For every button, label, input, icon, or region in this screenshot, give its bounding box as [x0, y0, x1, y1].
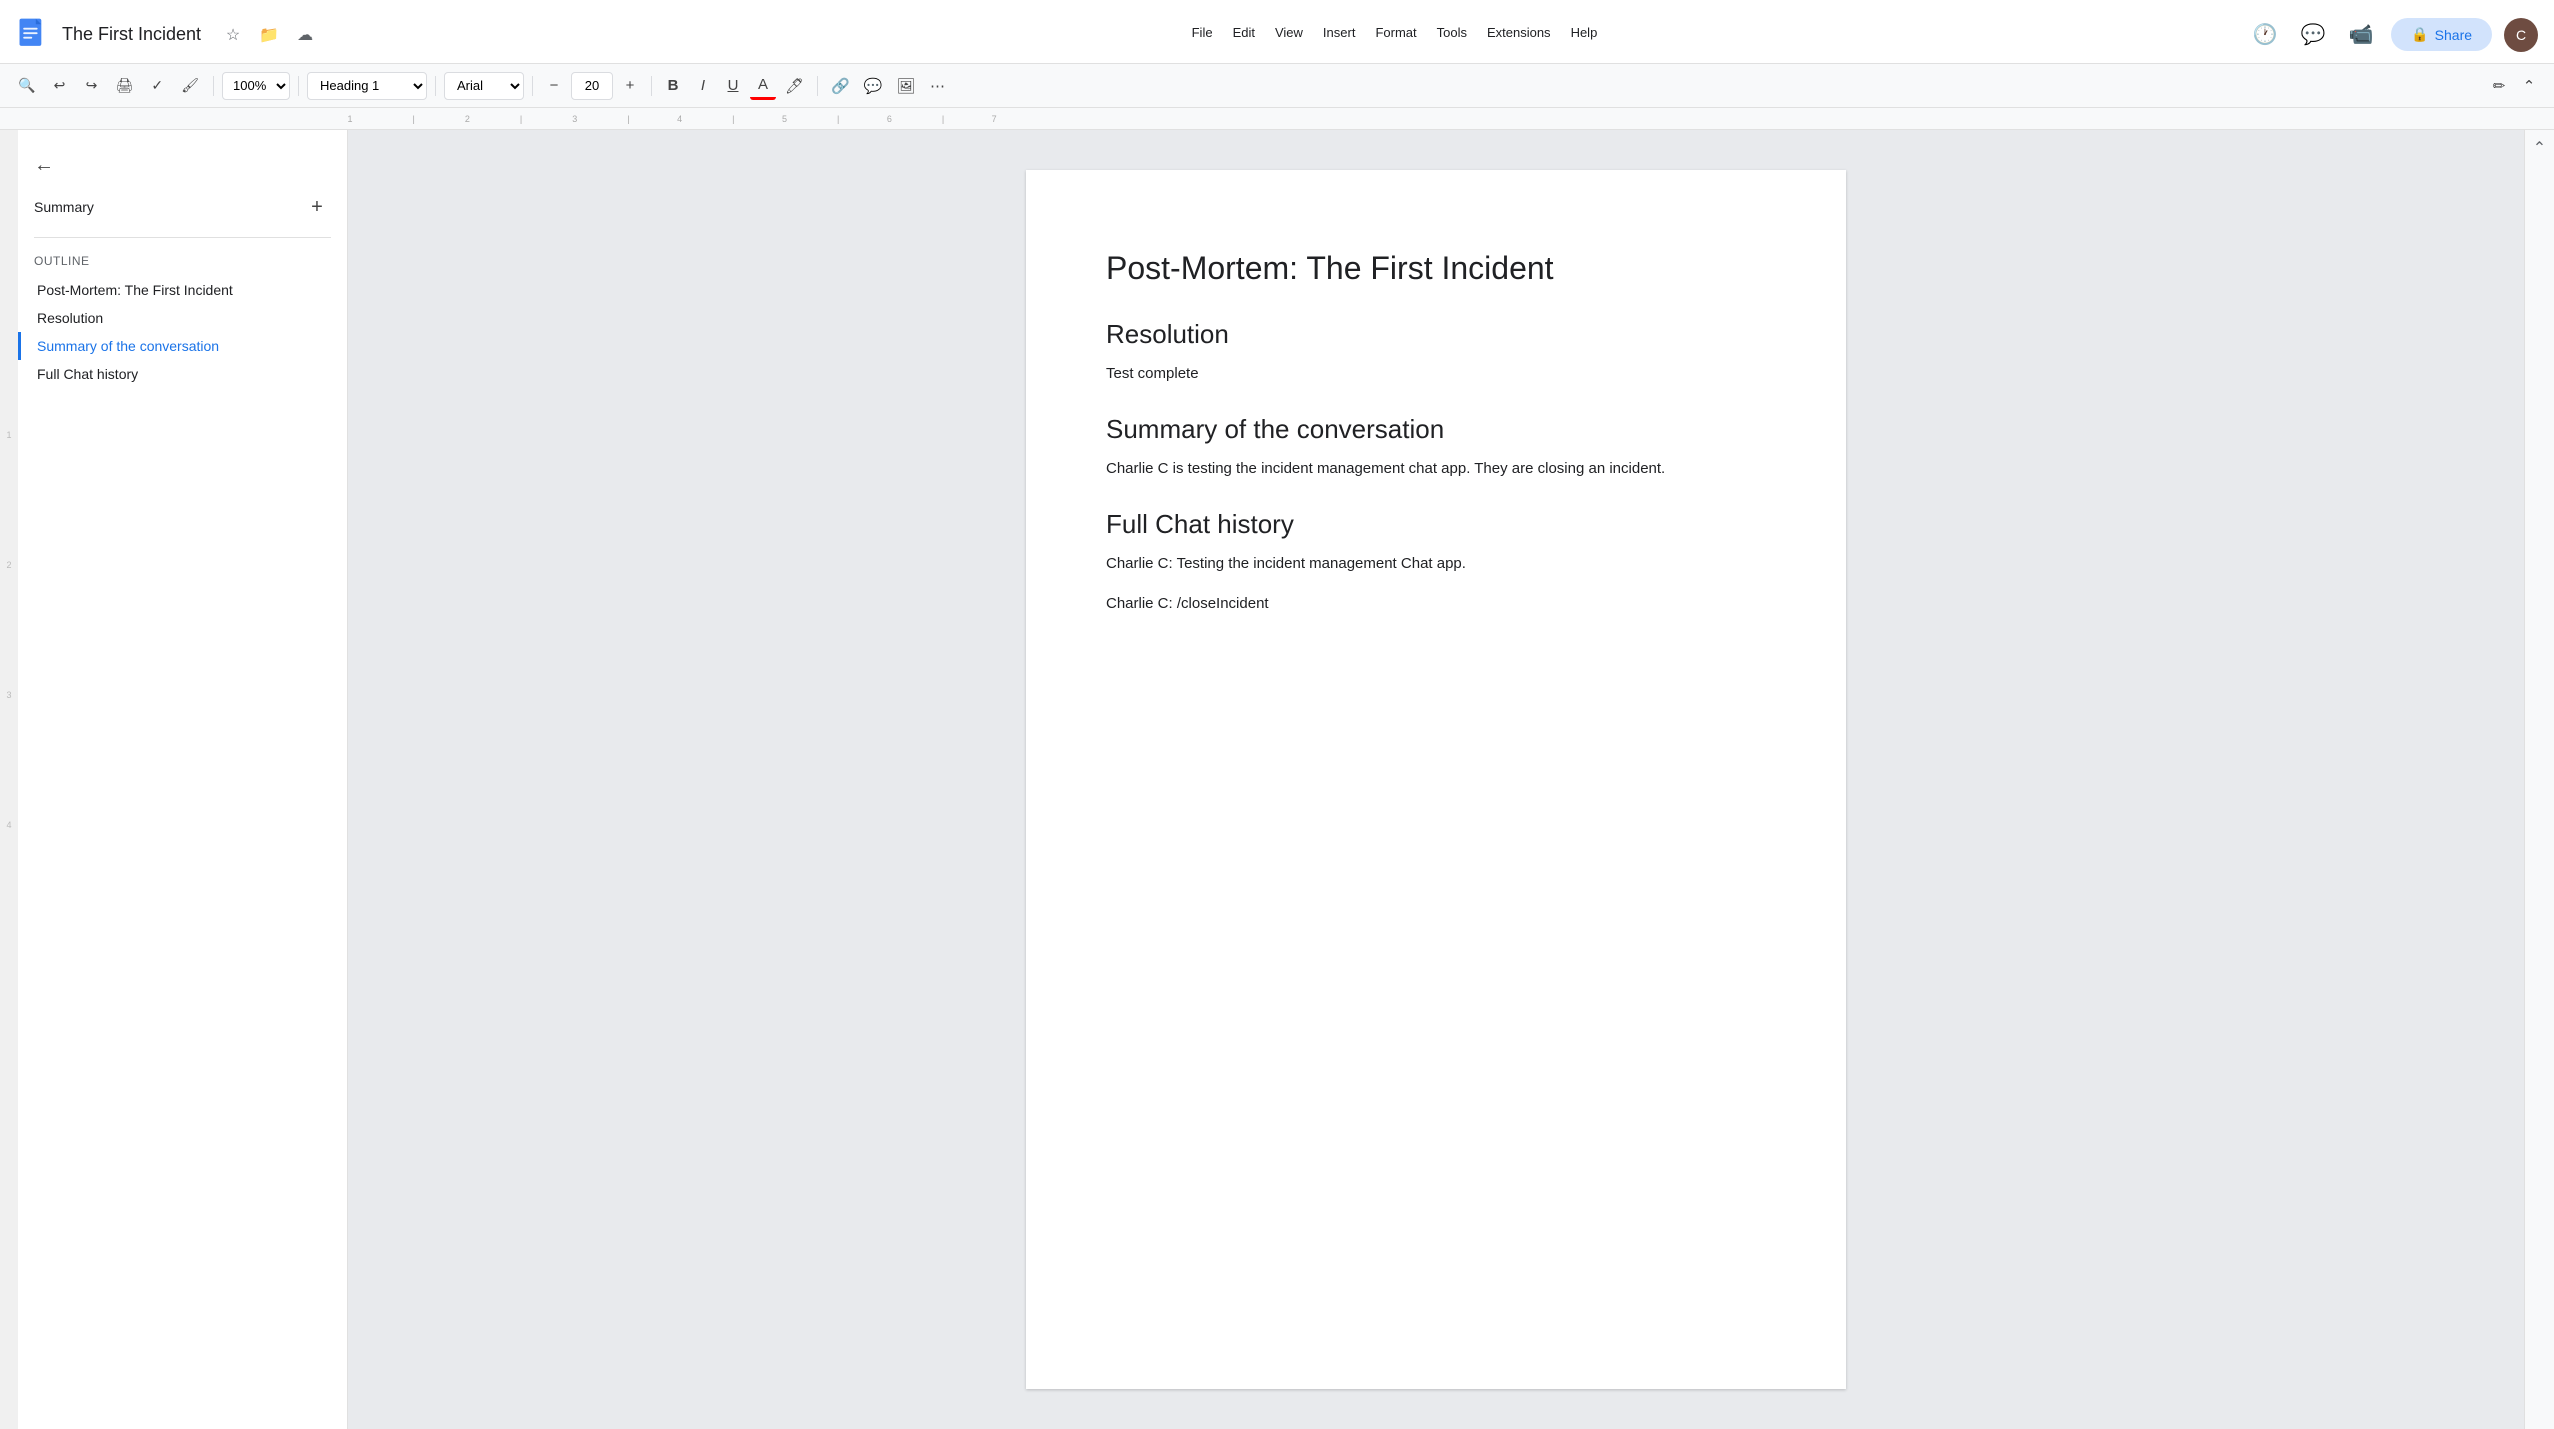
highlight-button[interactable]: 🖊: [780, 72, 809, 100]
print-button[interactable]: 🖨: [109, 71, 139, 101]
menu-bar: File Edit View Insert Format Tools Exten…: [1132, 21, 1622, 44]
ruler: 1 | 2 | 3 | 4 | 5 |: [0, 108, 2554, 130]
doc-body-resolution: Test complete: [1106, 362, 1766, 386]
menu-extensions[interactable]: Extensions: [1479, 21, 1559, 44]
doc-body-summary: Charlie C is testing the incident manage…: [1106, 457, 1766, 481]
text-color-button[interactable]: A: [750, 72, 776, 100]
folder-button[interactable]: 📁: [255, 21, 283, 49]
italic-button[interactable]: I: [690, 72, 716, 100]
font-size-increase-button[interactable]: +: [617, 72, 643, 100]
edit-mode-button[interactable]: ✏: [2486, 72, 2512, 100]
sidebar-summary-label: Summary: [34, 199, 94, 215]
font-selector[interactable]: Arial: [444, 72, 524, 100]
title-bar-right: 🕐 💬 📹 🔒 Share C: [2247, 17, 2538, 53]
doc-title: The First Incident: [62, 24, 201, 45]
main-area: 1 2 3 4 ← Summary + Outline Post-Mortem:…: [0, 130, 2554, 1429]
sidebar-item-summary[interactable]: Summary of the conversation: [18, 332, 347, 360]
sidebar-summary-row: Summary +: [18, 185, 347, 229]
toolbar-divider-5: [651, 76, 652, 96]
toolbar-divider-6: [817, 76, 818, 96]
scrollbar-up-icon[interactable]: ⌃: [2533, 138, 2546, 158]
cloud-button[interactable]: ☁: [291, 21, 319, 49]
doc-main-title: Post-Mortem: The First Incident: [1106, 250, 1766, 287]
menu-tools[interactable]: Tools: [1429, 21, 1475, 44]
title-bar: The First Incident ☆ 📁 ☁ File Edit View …: [0, 0, 2554, 64]
sidebar-outline-label: Outline: [18, 246, 347, 276]
page-num-1: 1: [6, 430, 11, 440]
page-num-3: 3: [6, 690, 11, 700]
page-num-2: 2: [6, 560, 11, 570]
sidebar-item-postmortem[interactable]: Post-Mortem: The First Incident: [18, 276, 347, 304]
avatar[interactable]: C: [2504, 18, 2538, 52]
font-size-input[interactable]: [571, 72, 613, 100]
sidebar: ← Summary + Outline Post-Mortem: The Fir…: [18, 130, 348, 1429]
style-selector[interactable]: Heading 1: [307, 72, 427, 100]
doc-page: Post-Mortem: The First Incident Resoluti…: [1026, 170, 1846, 1389]
docs-icon: [16, 17, 52, 53]
title-actions: ☆ 📁 ☁: [219, 21, 319, 49]
video-icon[interactable]: 📹: [2343, 17, 2379, 53]
comment-icon[interactable]: 💬: [2295, 17, 2331, 53]
menu-help[interactable]: Help: [1563, 21, 1606, 44]
page-num-4: 4: [6, 820, 11, 830]
comment-toolbar-button[interactable]: 💬: [859, 72, 888, 100]
menu-file[interactable]: File: [1184, 21, 1221, 44]
redo-button[interactable]: ↪: [77, 71, 105, 101]
doc-body-fullchat-line2: Charlie C: /closeIncident: [1106, 592, 1766, 616]
sidebar-divider: [34, 237, 331, 238]
page-gutter: 1 2 3 4: [0, 130, 18, 1429]
history-icon[interactable]: 🕐: [2247, 17, 2283, 53]
menu-view[interactable]: View: [1267, 21, 1311, 44]
sidebar-add-button[interactable]: +: [303, 193, 331, 221]
sidebar-back-button[interactable]: ←: [18, 146, 347, 185]
doc-area[interactable]: Post-Mortem: The First Incident Resoluti…: [348, 130, 2524, 1429]
menu-edit[interactable]: Edit: [1225, 21, 1263, 44]
menu-format[interactable]: Format: [1367, 21, 1424, 44]
menu-insert[interactable]: Insert: [1315, 21, 1364, 44]
undo-button[interactable]: ↩: [45, 71, 73, 101]
share-label: Share: [2435, 27, 2472, 43]
star-button[interactable]: ☆: [219, 21, 247, 49]
ruler-content: 1 | 2 | 3 | 4 | 5 |: [340, 114, 2554, 124]
title-bar-left: The First Incident ☆ 📁 ☁: [16, 17, 1132, 53]
paint-format-button[interactable]: 🖌: [175, 71, 205, 101]
toolbar-divider-3: [435, 76, 436, 96]
more-options-button[interactable]: ⋯: [924, 72, 950, 100]
doc-heading-summary: Summary of the conversation: [1106, 414, 1766, 445]
zoom-selector[interactable]: 100%: [222, 72, 290, 100]
underline-button[interactable]: U: [720, 72, 746, 100]
share-button[interactable]: 🔒 Share: [2391, 18, 2492, 51]
doc-heading-fullchat: Full Chat history: [1106, 509, 1766, 540]
search-toolbar-button[interactable]: 🔍: [12, 71, 41, 101]
toolbar: 🔍 ↩ ↪ 🖨 ✓ 🖌 100% Heading 1 Arial − + B I…: [0, 64, 2554, 108]
font-size-decrease-button[interactable]: −: [541, 72, 567, 100]
bold-button[interactable]: B: [660, 72, 686, 100]
doc-heading-resolution: Resolution: [1106, 319, 1766, 350]
right-panel: ⌃: [2524, 130, 2554, 1429]
toolbar-divider-1: [213, 76, 214, 96]
sidebar-item-fullchat[interactable]: Full Chat history: [18, 360, 347, 388]
link-button[interactable]: 🔗: [826, 72, 855, 100]
toolbar-divider-4: [532, 76, 533, 96]
lock-icon: 🔒: [2411, 26, 2428, 43]
image-button[interactable]: 🖼: [891, 72, 920, 100]
doc-body-fullchat-line1: Charlie C: Testing the incident manageme…: [1106, 552, 1766, 576]
spellcheck-button[interactable]: ✓: [143, 71, 171, 101]
sidebar-item-resolution[interactable]: Resolution: [18, 304, 347, 332]
toolbar-divider-2: [298, 76, 299, 96]
collapse-toolbar-button[interactable]: ⌃: [2516, 72, 2542, 100]
